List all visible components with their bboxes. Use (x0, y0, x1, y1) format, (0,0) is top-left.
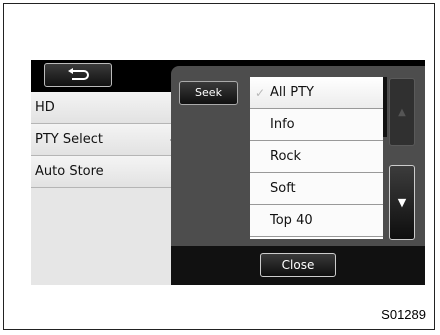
pty-list-item-all-pty[interactable]: ✓ All PTY (250, 77, 383, 109)
pty-list-item-info[interactable]: Info (250, 109, 383, 141)
pty-list-item-soft[interactable]: Soft (250, 173, 383, 205)
down-arrow-icon: ▼ (397, 196, 407, 209)
pty-popup: Seek ✓ All PTY Info Rock Soft Top 40 ▲ ▼… (171, 66, 425, 285)
list-item-label: Soft (270, 181, 296, 196)
figure-code: S01289 (381, 307, 426, 322)
scroll-up-button[interactable]: ▲ (389, 78, 415, 146)
list-item-label: Info (270, 117, 295, 132)
check-icon: ✓ (255, 86, 266, 100)
list-item-label: Rock (270, 149, 302, 164)
up-arrow-icon: ▲ (398, 106, 406, 118)
return-arrow-icon (68, 68, 89, 80)
scroll-down-button[interactable]: ▼ (389, 165, 415, 240)
menu-item-pty-select[interactable]: PTY Select (31, 124, 177, 156)
menu-item-label: PTY Select (35, 132, 103, 147)
scrollbar[interactable] (383, 77, 387, 137)
seek-button[interactable]: Seek (179, 81, 238, 105)
figure-frame: HD PTY Select Auto Store Seek ✓ All PTY … (3, 3, 435, 330)
pty-list: ✓ All PTY Info Rock Soft Top 40 (250, 77, 383, 239)
back-button[interactable] (44, 63, 112, 87)
list-item-label: Top 40 (270, 213, 313, 228)
list-item-label: All PTY (270, 85, 314, 100)
radio-screen: HD PTY Select Auto Store Seek ✓ All PTY … (31, 60, 425, 285)
menu-item-auto-store[interactable]: Auto Store (31, 156, 171, 188)
close-button[interactable]: Close (260, 253, 336, 277)
menu-item-label: HD (35, 100, 55, 115)
pty-list-item-top-40[interactable]: Top 40 (250, 205, 383, 237)
menu-item-hd[interactable]: HD (31, 92, 171, 124)
left-menu: HD PTY Select Auto Store (31, 92, 177, 285)
menu-item-label: Auto Store (35, 164, 104, 179)
bottom-bar: Close (171, 246, 425, 285)
pty-list-item-rock[interactable]: Rock (250, 141, 383, 173)
